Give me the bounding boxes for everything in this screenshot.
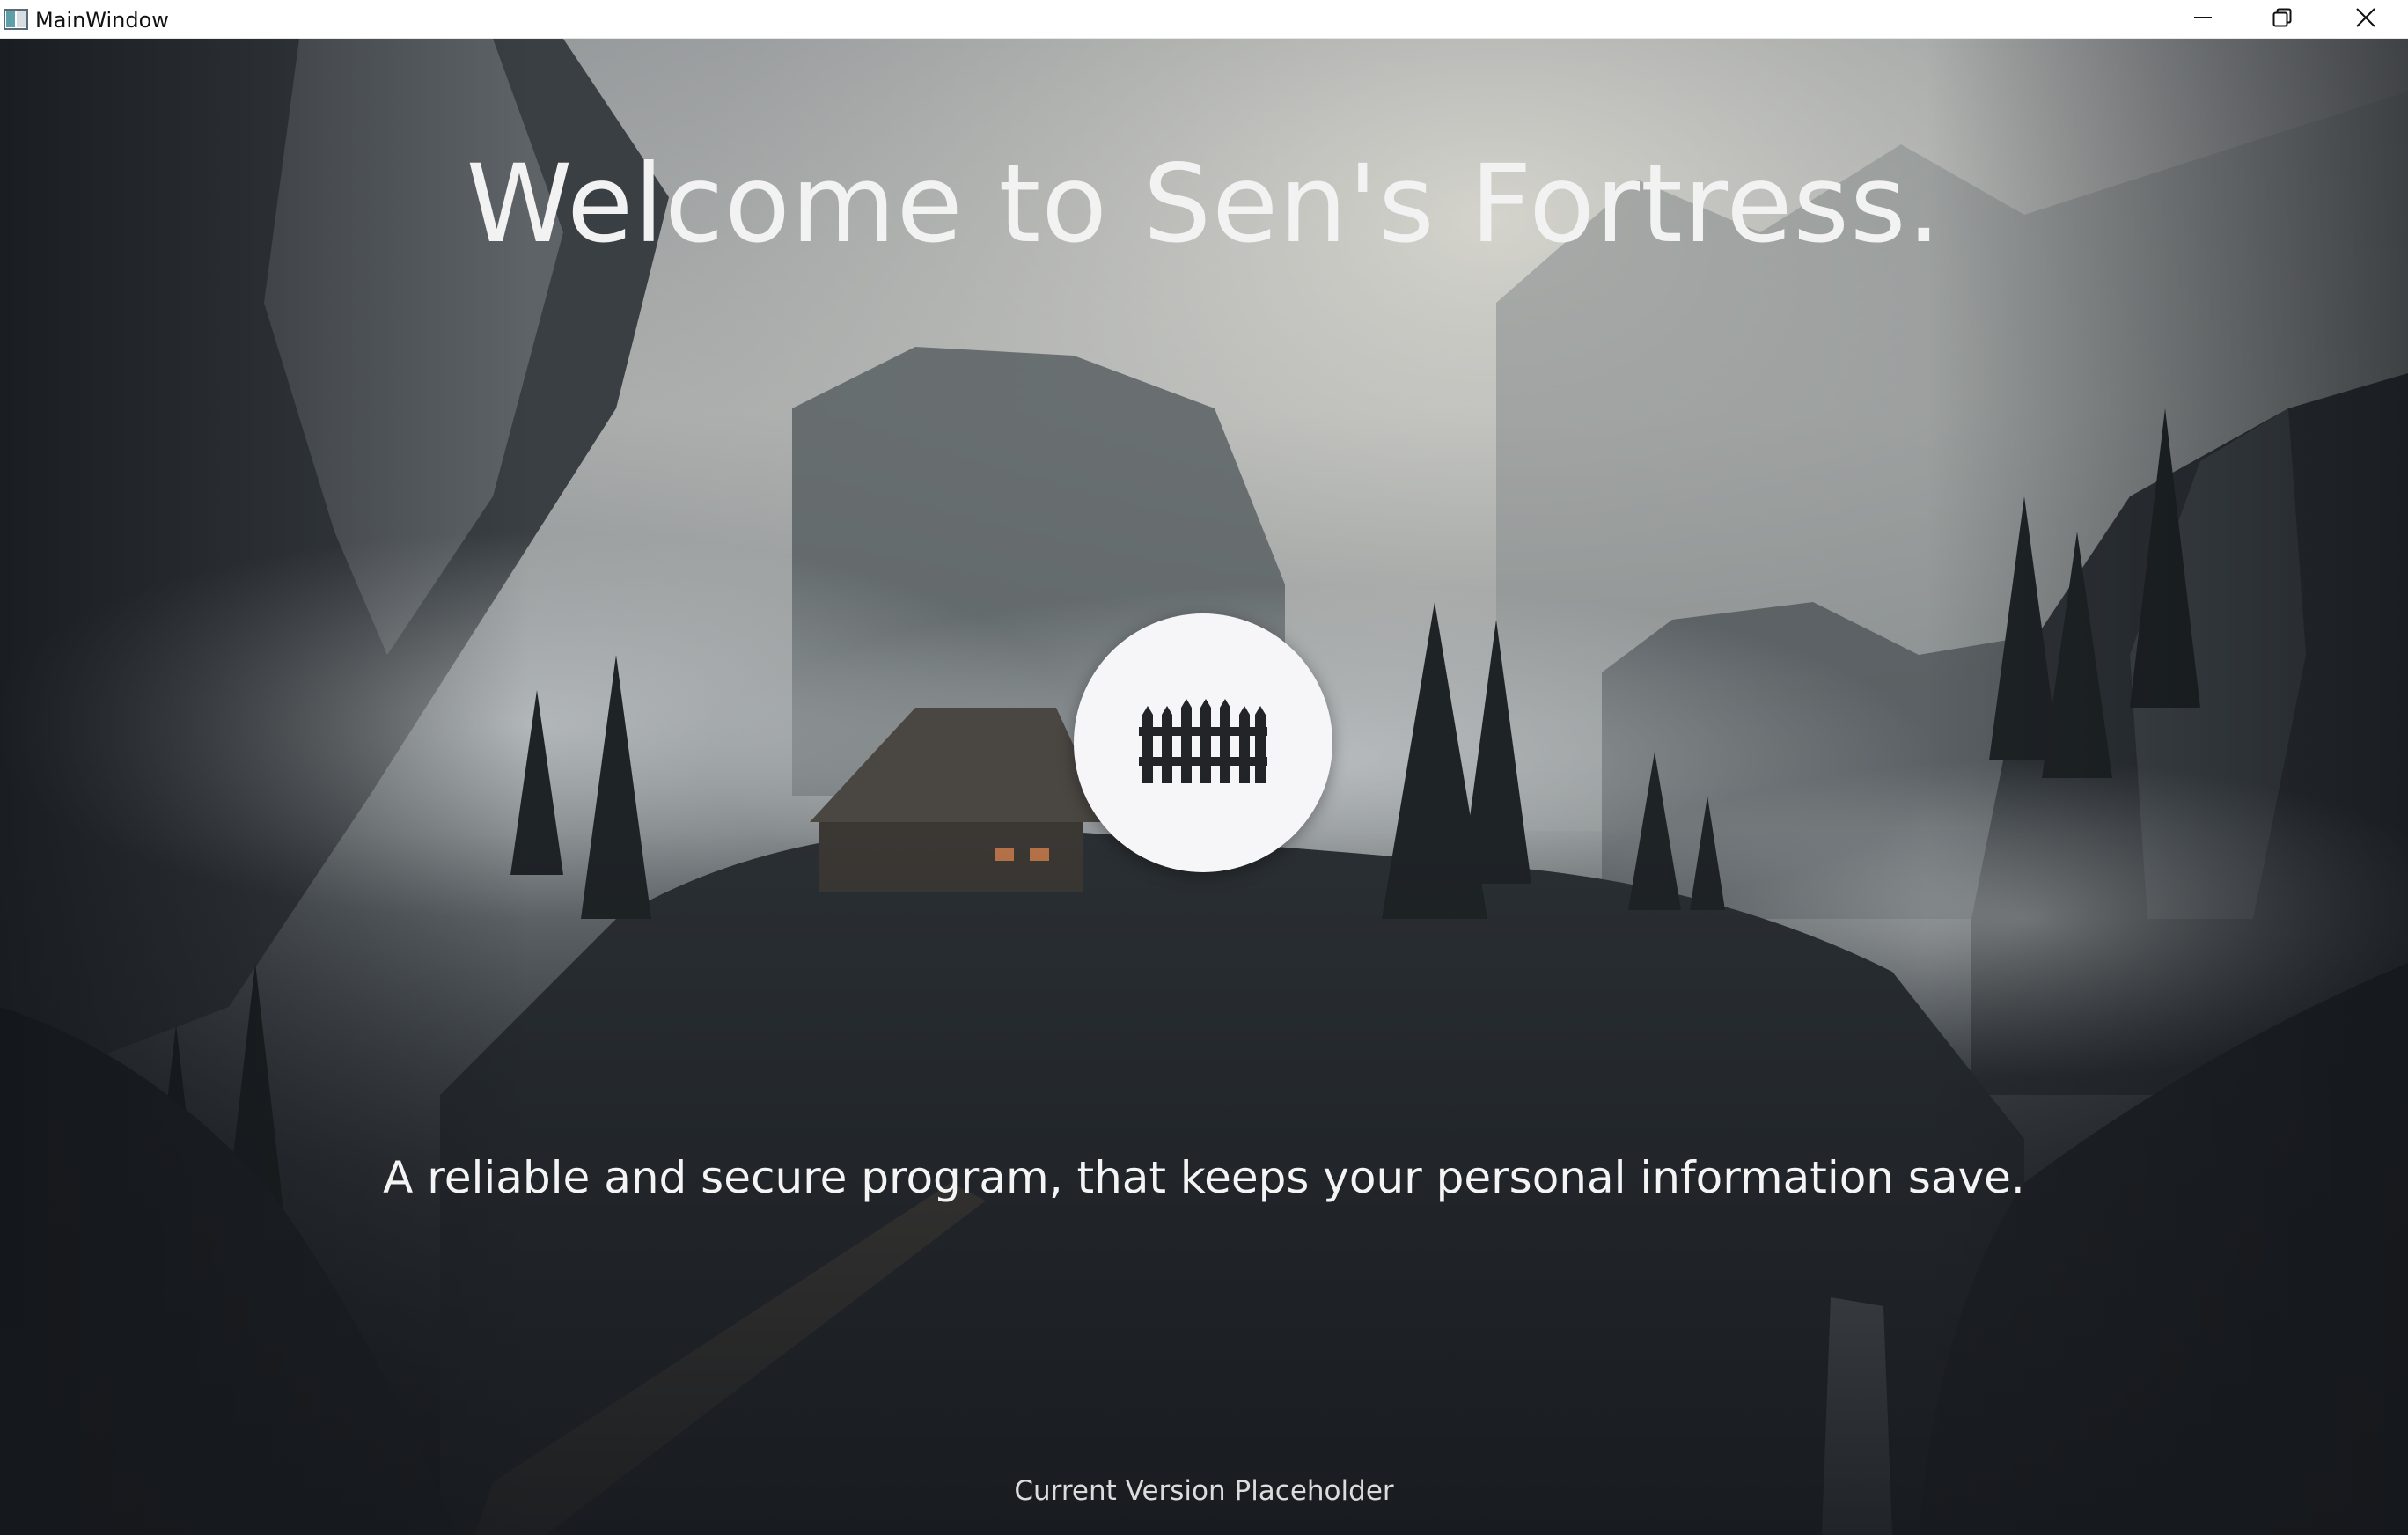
tagline-text: A reliable and secure program, that keep… [383, 1152, 2025, 1203]
restore-button[interactable] [2243, 0, 2322, 39]
window-title: MainWindow [35, 8, 169, 33]
logo-button[interactable] [1074, 613, 1332, 872]
window-app-icon [4, 9, 28, 30]
main-window: MainWindow Welcome to Sen's Fortress. A … [0, 0, 2408, 1535]
welcome-title: Welcome to Sen's Fortress. [466, 142, 1942, 267]
version-label: Current Version Placeholder [1014, 1475, 1394, 1507]
minimize-button[interactable] [2163, 0, 2243, 39]
fence-icon [1139, 699, 1267, 787]
minimize-icon [2193, 8, 2213, 31]
close-icon [2356, 8, 2375, 31]
restore-icon [2272, 8, 2292, 31]
close-button[interactable] [2324, 0, 2408, 39]
title-bar[interactable]: MainWindow [0, 0, 2408, 39]
